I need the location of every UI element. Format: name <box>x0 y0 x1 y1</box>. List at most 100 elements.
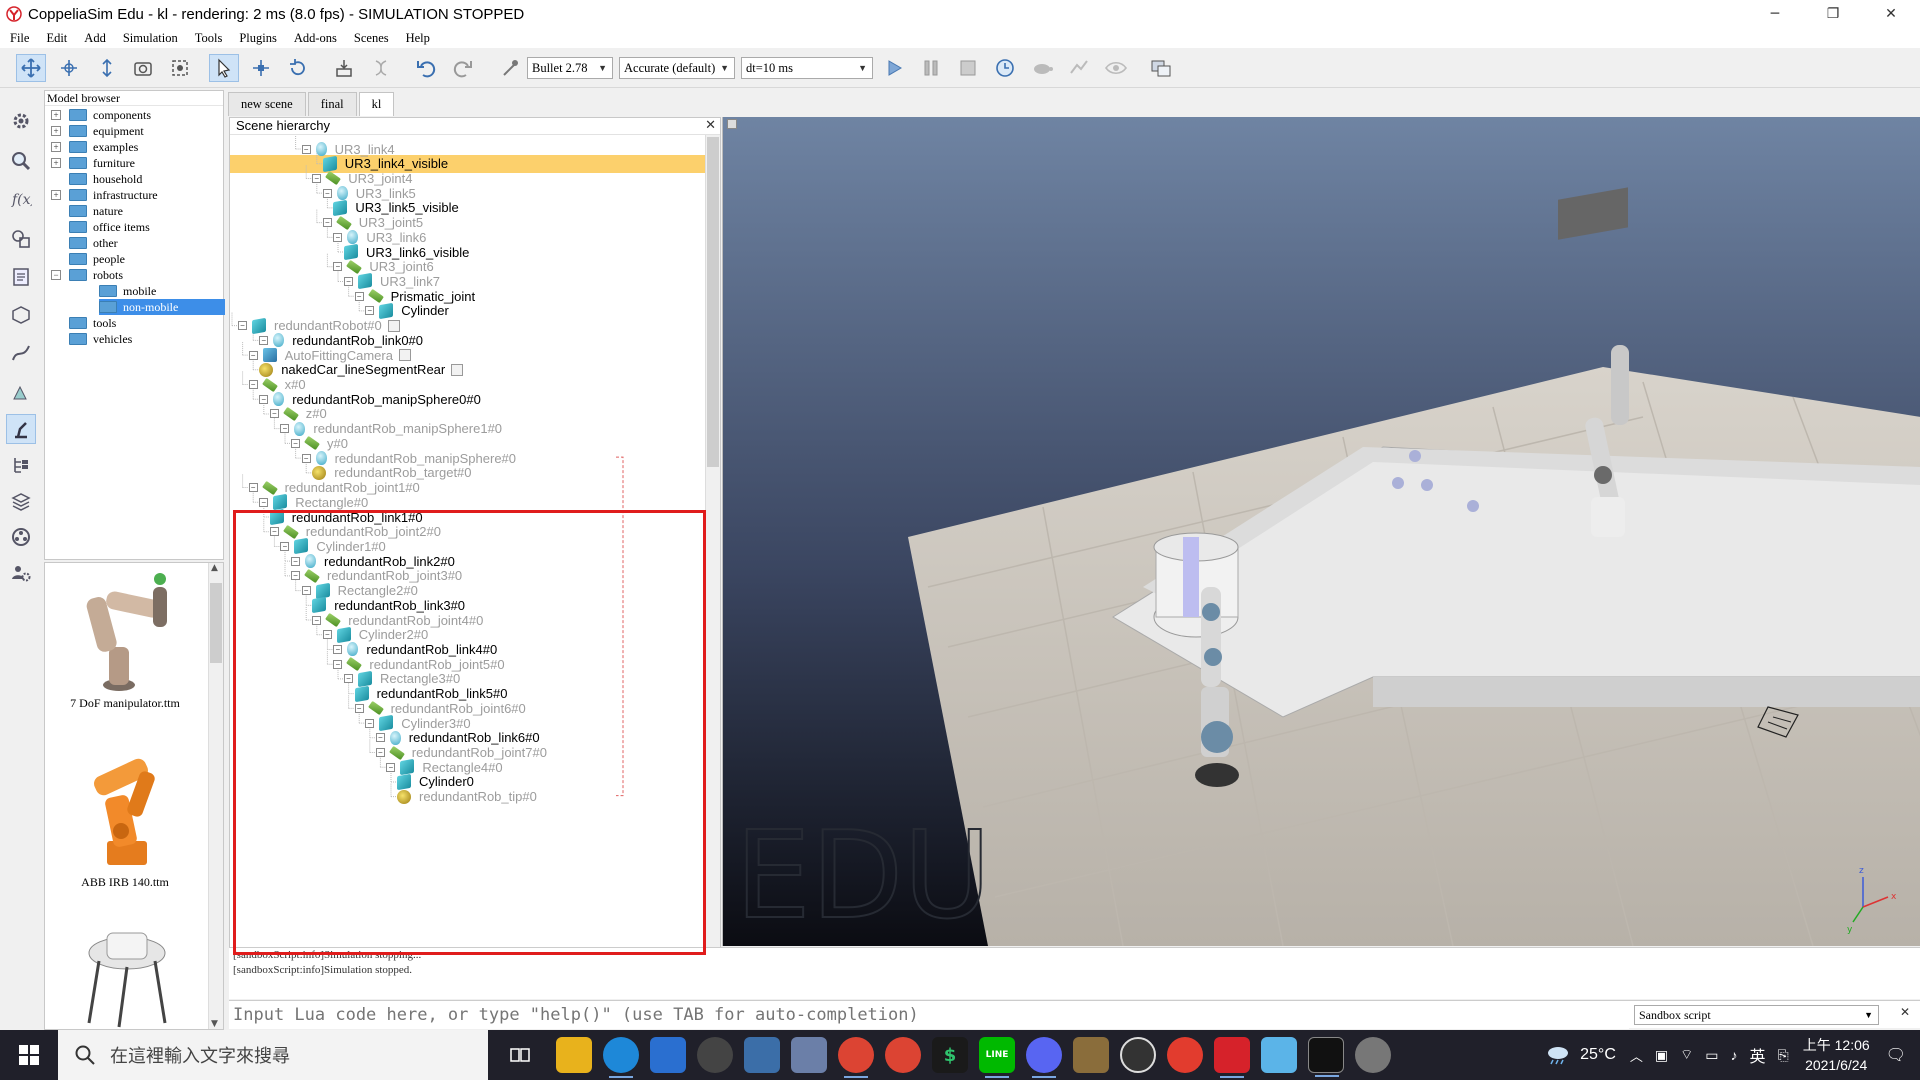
model-folder-people[interactable]: people <box>69 251 125 267</box>
collapse-icon[interactable]: − <box>344 276 353 286</box>
money-app-icon[interactable]: $ <box>932 1037 968 1073</box>
menu-edit[interactable]: Edit <box>36 31 74 46</box>
collapse-icon[interactable]: − <box>259 497 269 507</box>
collections-button[interactable] <box>6 224 36 254</box>
path-edit-button[interactable] <box>6 338 36 368</box>
collapse-icon[interactable]: − <box>322 218 332 228</box>
lua-input[interactable] <box>229 1001 1629 1029</box>
collapse-icon[interactable]: − <box>238 321 247 331</box>
collapse-icon[interactable]: − <box>51 270 61 280</box>
menu-scenes[interactable]: Scenes <box>344 31 396 46</box>
start-button[interactable] <box>0 1030 58 1080</box>
model-folder-furniture[interactable]: + furniture <box>51 155 135 171</box>
scroll-thumb[interactable] <box>707 137 719 467</box>
speed-up-button[interactable] <box>1064 54 1094 82</box>
fit-to-view-button[interactable] <box>165 54 195 82</box>
toggle-view-button[interactable] <box>1146 54 1176 82</box>
chrome-profile-icon[interactable] <box>885 1037 921 1073</box>
scroll-thumb[interactable] <box>210 583 222 663</box>
expand-icon[interactable]: + <box>51 190 61 200</box>
model-folder-infrastructure[interactable]: + infrastructure <box>51 187 158 203</box>
hierarchy-scrollbar[interactable] <box>705 135 720 958</box>
collapse-icon[interactable]: − <box>365 306 375 316</box>
camera-zoom-button[interactable] <box>128 54 158 82</box>
battery-icon[interactable]: ▭ <box>1705 1047 1718 1064</box>
menu-addons[interactable]: Add-ons <box>284 31 344 46</box>
menu-help[interactable]: Help <box>396 31 437 46</box>
paint-icon[interactable] <box>1073 1037 1109 1073</box>
layers-button[interactable] <box>6 486 36 516</box>
close-hierarchy-button[interactable]: ✕ <box>705 118 716 133</box>
tab-new-scene[interactable]: new scene <box>228 92 306 116</box>
user-settings-button[interactable] <box>6 558 36 588</box>
obs-icon[interactable] <box>1120 1037 1156 1073</box>
model-folder-examples[interactable]: + examples <box>51 139 138 155</box>
pause-simulation-button[interactable] <box>916 54 946 82</box>
object-shift-button[interactable] <box>246 54 276 82</box>
model-folder-other[interactable]: other <box>69 235 118 251</box>
timestep-select[interactable]: dt=10 ms ▼ <box>741 57 873 79</box>
assemble-button[interactable] <box>329 54 359 82</box>
model-thumbnail-7dof[interactable] <box>61 567 191 700</box>
line-app-icon[interactable]: LINE <box>979 1037 1015 1078</box>
task-view-button[interactable] <box>502 1037 538 1073</box>
transfer-dna-button[interactable] <box>366 54 396 82</box>
shape-edit-button[interactable] <box>6 300 36 330</box>
lua-close-button[interactable]: ✕ <box>1900 1005 1910 1019</box>
model-folder-office-items[interactable]: office items <box>69 219 150 235</box>
collapse-icon[interactable]: − <box>354 291 364 301</box>
menu-plugins[interactable]: Plugins <box>229 31 284 46</box>
ime-indicator[interactable]: 英 <box>1750 1043 1766 1067</box>
collapse-icon[interactable]: − <box>312 173 322 183</box>
taskbar-clock[interactable]: 上午 12:06 2021/6/24 <box>1803 1035 1870 1075</box>
scroll-up-icon[interactable]: ▲ <box>211 563 218 573</box>
visualization-toggle-button[interactable] <box>1101 54 1131 82</box>
collapse-icon[interactable]: − <box>322 188 332 198</box>
start-simulation-button[interactable] <box>879 54 909 82</box>
function-button[interactable]: f(x) <box>6 184 36 214</box>
thumbnails-scrollbar[interactable]: ▲ ▼ <box>208 563 223 1029</box>
collapse-icon[interactable]: − <box>333 232 343 242</box>
scroll-down-icon[interactable]: ▼ <box>211 1019 218 1029</box>
model-folder-household[interactable]: household <box>69 171 142 187</box>
minimize-button[interactable]: ─ <box>1746 0 1804 28</box>
video-recorder-button[interactable] <box>6 522 36 552</box>
expand-icon[interactable]: + <box>51 142 61 152</box>
collapse-icon[interactable]: − <box>269 409 279 419</box>
model-folder-nature[interactable]: nature <box>69 203 123 219</box>
photos-icon[interactable] <box>791 1037 827 1073</box>
script-icon[interactable] <box>387 319 400 332</box>
calculator-icon[interactable] <box>744 1037 780 1073</box>
collapse-icon[interactable]: − <box>259 335 269 345</box>
physics-engine-select[interactable]: Bullet 2.78 ▼ <box>527 57 613 79</box>
terminal-icon[interactable] <box>1308 1037 1344 1077</box>
real-time-button[interactable] <box>990 54 1020 82</box>
browser-icon[interactable] <box>1167 1037 1203 1073</box>
app-icon[interactable] <box>1261 1037 1297 1073</box>
camera-rotate-button[interactable] <box>54 54 84 82</box>
camera-shift-button[interactable] <box>92 54 122 82</box>
camera-pan-button[interactable] <box>16 54 46 82</box>
3d-viewport[interactable]: EDU z x y <box>722 117 1920 946</box>
scene-hierarchy-button[interactable] <box>6 450 36 480</box>
media-player-icon[interactable] <box>697 1037 733 1073</box>
tab-final[interactable]: final <box>307 92 357 116</box>
model-folder-robots[interactable]: − robots <box>51 267 123 283</box>
meet-icon[interactable]: ▣ <box>1655 1047 1668 1064</box>
mail-icon[interactable] <box>650 1037 686 1073</box>
model-thumbnail-abb[interactable] <box>63 741 189 874</box>
dynamics-toggle-button[interactable] <box>495 54 525 82</box>
wifi-icon[interactable]: ⌔ <box>1680 1046 1693 1064</box>
file-explorer-icon[interactable] <box>556 1037 592 1073</box>
clipboard-icon[interactable]: ⎘ <box>1778 1047 1789 1064</box>
collapse-icon[interactable]: − <box>248 350 258 360</box>
menu-simulation[interactable]: Simulation <box>113 31 185 46</box>
selection-button[interactable] <box>6 378 36 408</box>
collapse-icon[interactable]: − <box>291 438 300 448</box>
collapse-icon[interactable]: − <box>333 262 343 272</box>
stop-simulation-button[interactable] <box>953 54 983 82</box>
calculation-modules-button[interactable] <box>6 146 36 176</box>
model-folder-non-mobile[interactable]: non-mobile <box>99 299 225 315</box>
collapse-icon[interactable]: − <box>301 144 311 154</box>
menu-tools[interactable]: Tools <box>185 31 230 46</box>
